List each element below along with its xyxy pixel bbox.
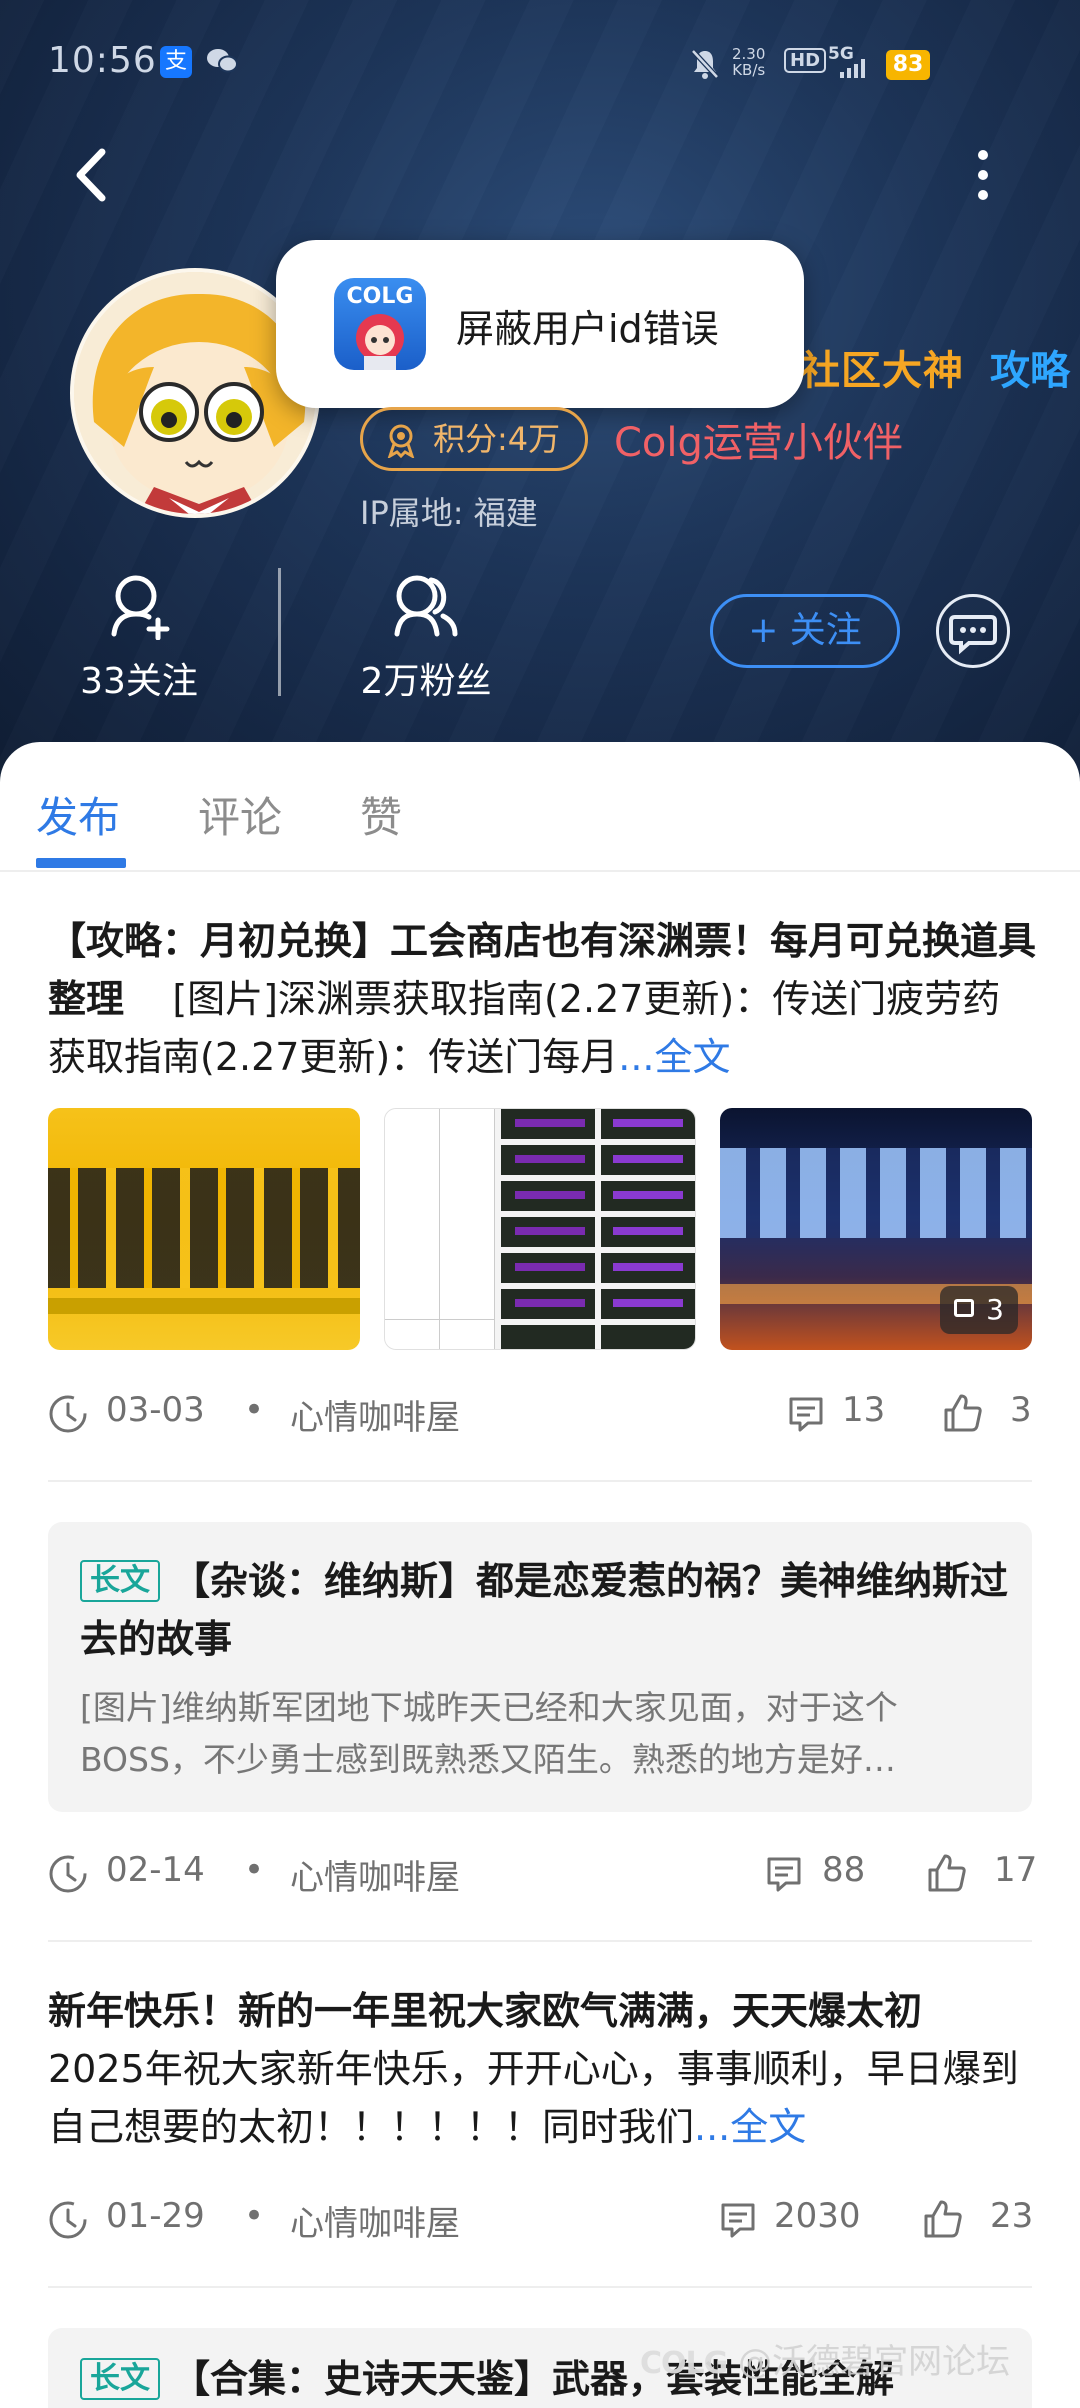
post-1-more-link[interactable]: ...全文 — [618, 1035, 730, 1079]
badge-community-master: 社区大神 — [800, 348, 964, 394]
post-2-body: [图片]维纳斯军团地下城昨天已经和大家见面，对于这个BOSS，不少勇士感到既熟悉… — [80, 1688, 898, 1779]
like-icon[interactable] — [926, 1852, 968, 1894]
post-1-body: [图片]深渊票获取指南(2.27更新)：传送门疲劳药获取指南(2.27更新)：传… — [48, 977, 1001, 1079]
chat-bubble-icon — [949, 615, 997, 655]
like-count: 17 — [994, 1850, 1038, 1890]
tab-comments[interactable]: 评论 — [198, 784, 282, 845]
long-article-tag: 长文 — [80, 1560, 160, 1602]
colg-app-icon: COLG — [334, 278, 426, 370]
post-3-text[interactable]: 新年快乐！新的一年里祝大家欧气满满，天天爆太初 2025年祝大家新年快乐，开开心心… — [48, 1982, 1038, 2156]
post-1-images: 3 — [48, 1108, 1032, 1350]
clock-icon — [49, 1395, 87, 1433]
comment-icon[interactable] — [718, 2200, 758, 2240]
divider — [48, 1480, 1032, 1482]
score-text: 积分:4万 — [433, 420, 561, 458]
add-user-icon — [111, 575, 170, 641]
tab-likes[interactable]: 赞 — [360, 784, 402, 845]
badge-guide: 攻略 — [990, 348, 1070, 394]
mute-bell-icon — [691, 49, 719, 79]
image-icon — [954, 1299, 974, 1317]
signal-bars-icon — [840, 59, 865, 78]
back-button[interactable] — [68, 140, 116, 210]
content-panel: 发布 评论 赞 【攻略：月初兑换】工会商店也有深渊票！每月可兑换道具整理 [图片… — [0, 742, 1080, 2408]
net-speed: 2.30 KB/s — [732, 45, 766, 79]
fans-count: 2万粉丝 — [360, 661, 492, 702]
meta-dot: • — [244, 1850, 265, 1890]
score-pill: 积分:4万 — [360, 407, 588, 471]
fans-stat[interactable]: 2万粉丝 — [350, 570, 502, 704]
post-1-meta: 03-03 • 心情咖啡屋 13 3 — [48, 1384, 1032, 1444]
clock-icon — [49, 1855, 87, 1893]
wechat-icon — [205, 46, 239, 76]
comment-icon[interactable] — [786, 1394, 826, 1434]
long-article-tag: 长文 — [80, 2358, 160, 2400]
post-3-meta: 01-29 • 心情咖啡屋 2030 23 — [48, 2190, 1034, 2250]
tab-bar: 发布 评论 赞 — [0, 742, 1080, 872]
divider — [48, 1940, 1032, 1942]
like-icon[interactable] — [942, 1392, 984, 1434]
post-date: 02-14 — [106, 1850, 205, 1890]
toast-popup: COLG 屏蔽用户id错误 — [276, 240, 804, 408]
follow-button[interactable]: + 关注 — [710, 594, 900, 668]
post-3-more-link[interactable]: ...全文 — [694, 2105, 806, 2149]
more-dots-icon — [978, 150, 988, 160]
post-category[interactable]: 心情咖啡屋 — [290, 1390, 460, 1439]
ip-location: IP属地: 福建 — [360, 494, 538, 532]
comment-count: 88 — [822, 1850, 866, 1890]
comment-icon[interactable] — [764, 1854, 804, 1894]
more-options-button[interactable] — [968, 140, 998, 210]
back-arrow-icon — [76, 148, 106, 202]
post-category[interactable]: 心情咖啡屋 — [290, 2196, 460, 2245]
like-count: 3 — [1010, 1390, 1032, 1430]
post-date: 03-03 — [106, 1390, 205, 1430]
message-button[interactable] — [936, 594, 1010, 668]
post-1-text[interactable]: 【攻略：月初兑换】工会商店也有深渊票！每月可兑换道具整理 [图片]深渊票获取指南… — [48, 912, 1038, 1086]
post-3-body: 2025年祝大家新年快乐，开开心心，事事顺利，早日爆到自己想要的太初！！！！！！… — [48, 2047, 1019, 2149]
post-1-image-2[interactable] — [384, 1108, 696, 1350]
post-3-title: 新年快乐！新的一年里祝大家欧气满满，天天爆太初 — [48, 1989, 923, 2033]
alipay-icon: 支 — [160, 46, 192, 78]
stats-divider — [278, 568, 281, 696]
status-time: 10:56 — [48, 40, 157, 81]
hd-indicator: HD — [784, 48, 827, 73]
divider — [48, 2286, 1032, 2288]
fans-icon — [394, 575, 458, 637]
following-stat[interactable]: 33关注 — [66, 570, 212, 704]
post-2-meta: 02-14 • 心情咖啡屋 88 17 — [48, 1844, 1037, 1904]
post-1-image-1[interactable] — [48, 1108, 360, 1350]
following-count: 33关注 — [80, 661, 198, 702]
meta-dot: • — [244, 2196, 265, 2236]
watermark: COLG @沃德碧官网论坛 — [640, 2342, 1011, 2382]
medal-icon — [387, 424, 415, 458]
image-count-badge: 3 — [940, 1286, 1018, 1334]
battery-level: 83 — [886, 50, 930, 80]
post-2-card[interactable]: 长文 【杂谈：维纳斯】都是恋爱惹的祸？美神维纳斯过去的故事 [图片]维纳斯军团地下… — [48, 1522, 1032, 1812]
comment-count: 2030 — [774, 2196, 861, 2236]
like-count: 23 — [990, 2196, 1034, 2236]
profile-header: 10:56 支 2.30 KB/s HD 5G 83 社区大神 攻略 COLG … — [0, 0, 1080, 800]
clock-icon — [49, 2201, 87, 2239]
post-2-title-block: 长文 【杂谈：维纳斯】都是恋爱惹的祸？美神维纳斯过去的故事 — [80, 1552, 1010, 1668]
post-2-title: 【杂谈：维纳斯】都是恋爱惹的祸？美神维纳斯过去的故事 — [80, 1559, 1009, 1661]
post-date: 01-29 — [106, 2196, 205, 2236]
tab-posts[interactable]: 发布 — [36, 784, 120, 845]
comment-count: 13 — [842, 1390, 886, 1430]
tab-indicator — [36, 858, 126, 868]
like-icon[interactable] — [922, 2198, 964, 2240]
toast-message: 屏蔽用户id错误 — [456, 307, 719, 351]
role-title: Colg运营小伙伴 — [614, 420, 903, 466]
post-1-image-3[interactable]: 3 — [720, 1108, 1032, 1350]
post-category[interactable]: 心情咖啡屋 — [290, 1850, 460, 1899]
meta-dot: • — [244, 1390, 265, 1430]
